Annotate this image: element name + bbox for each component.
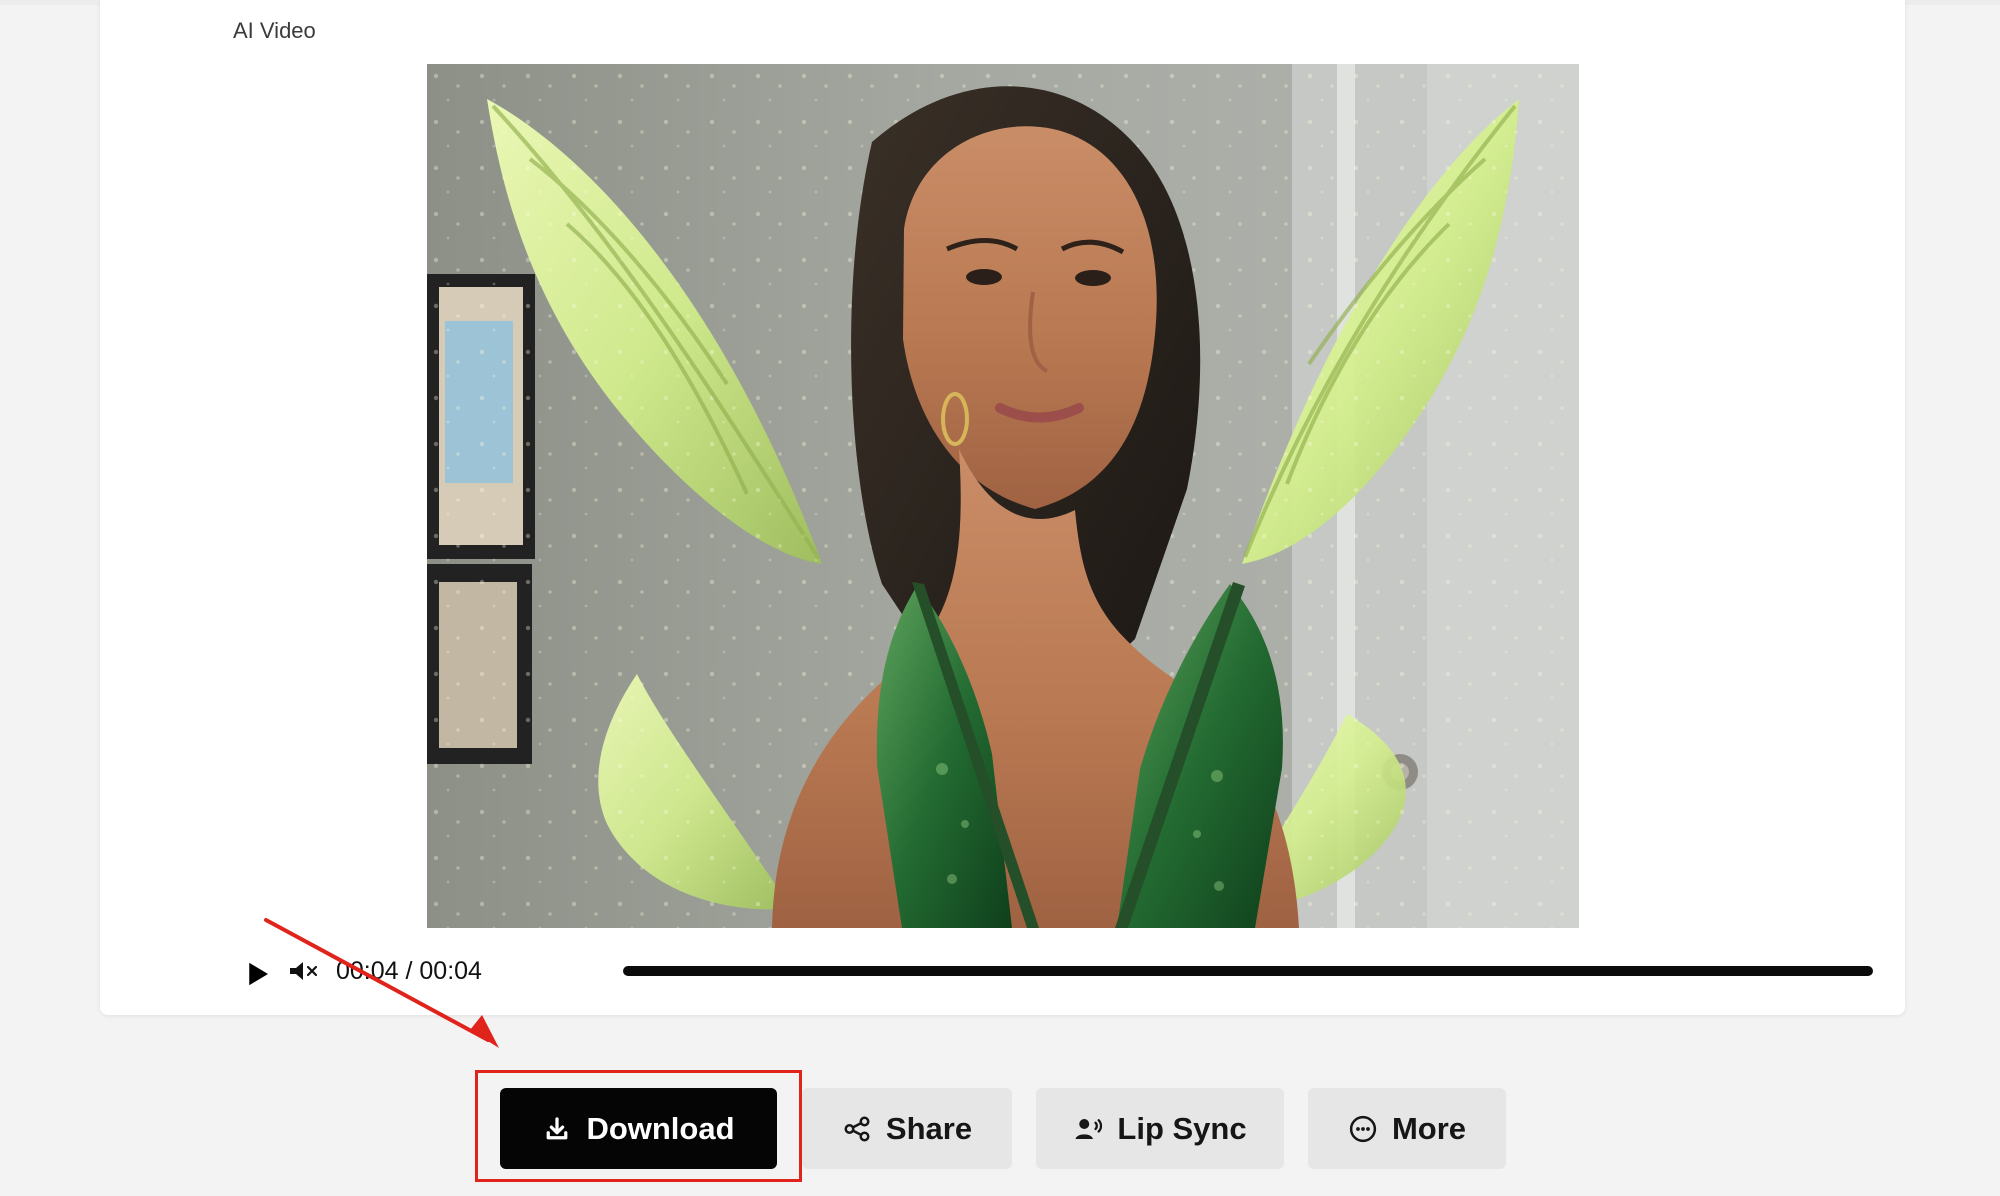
lip-sync-button[interactable]: Lip Sync (1036, 1088, 1284, 1169)
play-icon (249, 962, 268, 986)
progress-bar[interactable] (623, 966, 1873, 976)
video-card: AI Video 00:04 / 00:04 (100, 0, 1905, 1015)
time-readout: 00:04 / 00:04 (336, 957, 482, 985)
share-label: Share (885, 1110, 973, 1146)
share-icon (844, 1116, 870, 1141)
video-player[interactable] (427, 64, 1579, 928)
more-button[interactable]: More (1308, 1088, 1506, 1169)
more-label: More (1391, 1110, 1467, 1146)
video-thumbnail (427, 64, 1579, 928)
video-controls: 00:04 / 00:04 (233, 954, 1873, 990)
play-button[interactable] (243, 959, 268, 986)
action-bar: Download Share Lip Sync More (0, 1088, 2000, 1169)
more-icon (1349, 1115, 1377, 1142)
share-button[interactable]: Share (802, 1088, 1012, 1169)
page-title: AI Video (233, 18, 316, 43)
mute-button[interactable] (288, 959, 322, 983)
download-icon (547, 1116, 568, 1139)
lip-sync-icon (1075, 1118, 1103, 1139)
download-button[interactable]: Download (500, 1088, 777, 1169)
lip-sync-label: Lip Sync (1117, 1110, 1247, 1146)
mute-icon (290, 962, 318, 980)
download-label: Download (586, 1110, 735, 1146)
